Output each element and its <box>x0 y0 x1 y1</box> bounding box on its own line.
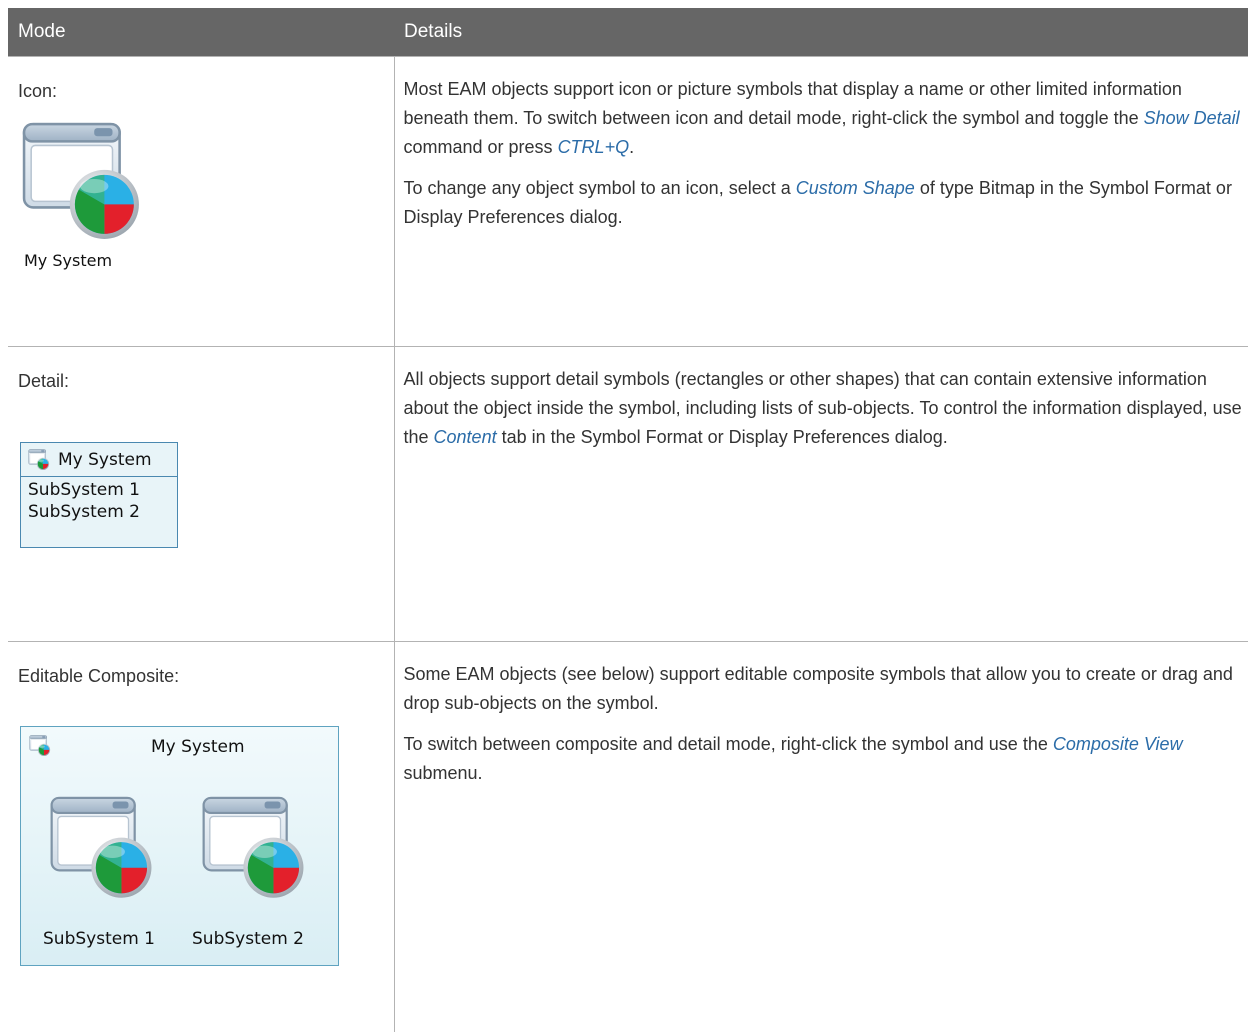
mode-label: Detail: <box>18 371 70 391</box>
modes-table: Mode Details Icon: My System Most EAM ob… <box>8 8 1248 1032</box>
table-header-row: Mode Details <box>8 8 1248 57</box>
mode-cell-detail: Detail: My System SubSystem 1 SubSystem … <box>8 346 395 642</box>
ui-term-ctrl-q: CTRL+Q <box>557 137 630 157</box>
sub-object-label: SubSystem 1 <box>43 929 155 949</box>
sub-object-item: SubSystem 2 <box>28 502 140 522</box>
composite-symbol-box: My System SubSystem 1 SubSystem 2 <box>20 726 339 966</box>
details-paragraph: To change any object symbol to an icon, … <box>403 178 1232 227</box>
detail-symbol-body: SubSystem 1 SubSystem 2 <box>21 477 177 523</box>
details-paragraph: Most EAM objects support icon or picture… <box>403 79 1240 157</box>
system-window-pie-icon <box>21 121 143 239</box>
mode-label: Icon: <box>18 81 58 101</box>
mode-cell-composite: Editable Composite: My System SubSystem … <box>8 641 395 1032</box>
table-row-icon: Icon: My System Most EAM objects support… <box>8 56 1248 347</box>
sub-object-item: SubSystem 1 <box>28 480 140 500</box>
system-mini-icon <box>29 735 51 756</box>
detail-symbol-box: My System SubSystem 1 SubSystem 2 <box>20 442 178 548</box>
ui-term-show-detail: Show Detail <box>1143 108 1240 128</box>
ui-term-content: Content <box>433 427 497 447</box>
details-paragraph: To switch between composite and detail m… <box>403 734 1183 783</box>
details-paragraph: All objects support detail symbols (rect… <box>403 369 1242 447</box>
symbol-name-label: My System <box>24 251 113 270</box>
ui-term-composite-view: Composite View <box>1052 734 1183 754</box>
mode-label: Editable Composite: <box>18 666 180 686</box>
symbol-name-label: My System <box>58 449 152 470</box>
column-header-details: Details <box>394 8 1248 57</box>
ui-term-custom-shape: Custom Shape <box>795 178 915 198</box>
symbol-name-label: My System <box>151 737 245 757</box>
details-paragraph: Some EAM objects (see below) support edi… <box>403 664 1233 713</box>
details-cell-detail: All objects support detail symbols (rect… <box>394 346 1248 642</box>
table-row-detail: Detail: My System SubSystem 1 SubSystem … <box>8 346 1248 642</box>
mode-cell-icon: Icon: My System <box>8 56 395 347</box>
sub-object-label: SubSystem 2 <box>192 929 304 949</box>
details-cell-composite: Some EAM objects (see below) support edi… <box>394 641 1248 1032</box>
detail-symbol-header: My System <box>21 443 177 477</box>
system-window-pie-icon <box>201 795 307 898</box>
table-row-composite: Editable Composite: My System SubSystem … <box>8 641 1248 1032</box>
details-cell-icon: Most EAM objects support icon or picture… <box>394 56 1248 347</box>
system-window-pie-icon <box>49 795 155 898</box>
column-header-mode: Mode <box>8 8 394 57</box>
system-mini-icon <box>28 449 50 470</box>
